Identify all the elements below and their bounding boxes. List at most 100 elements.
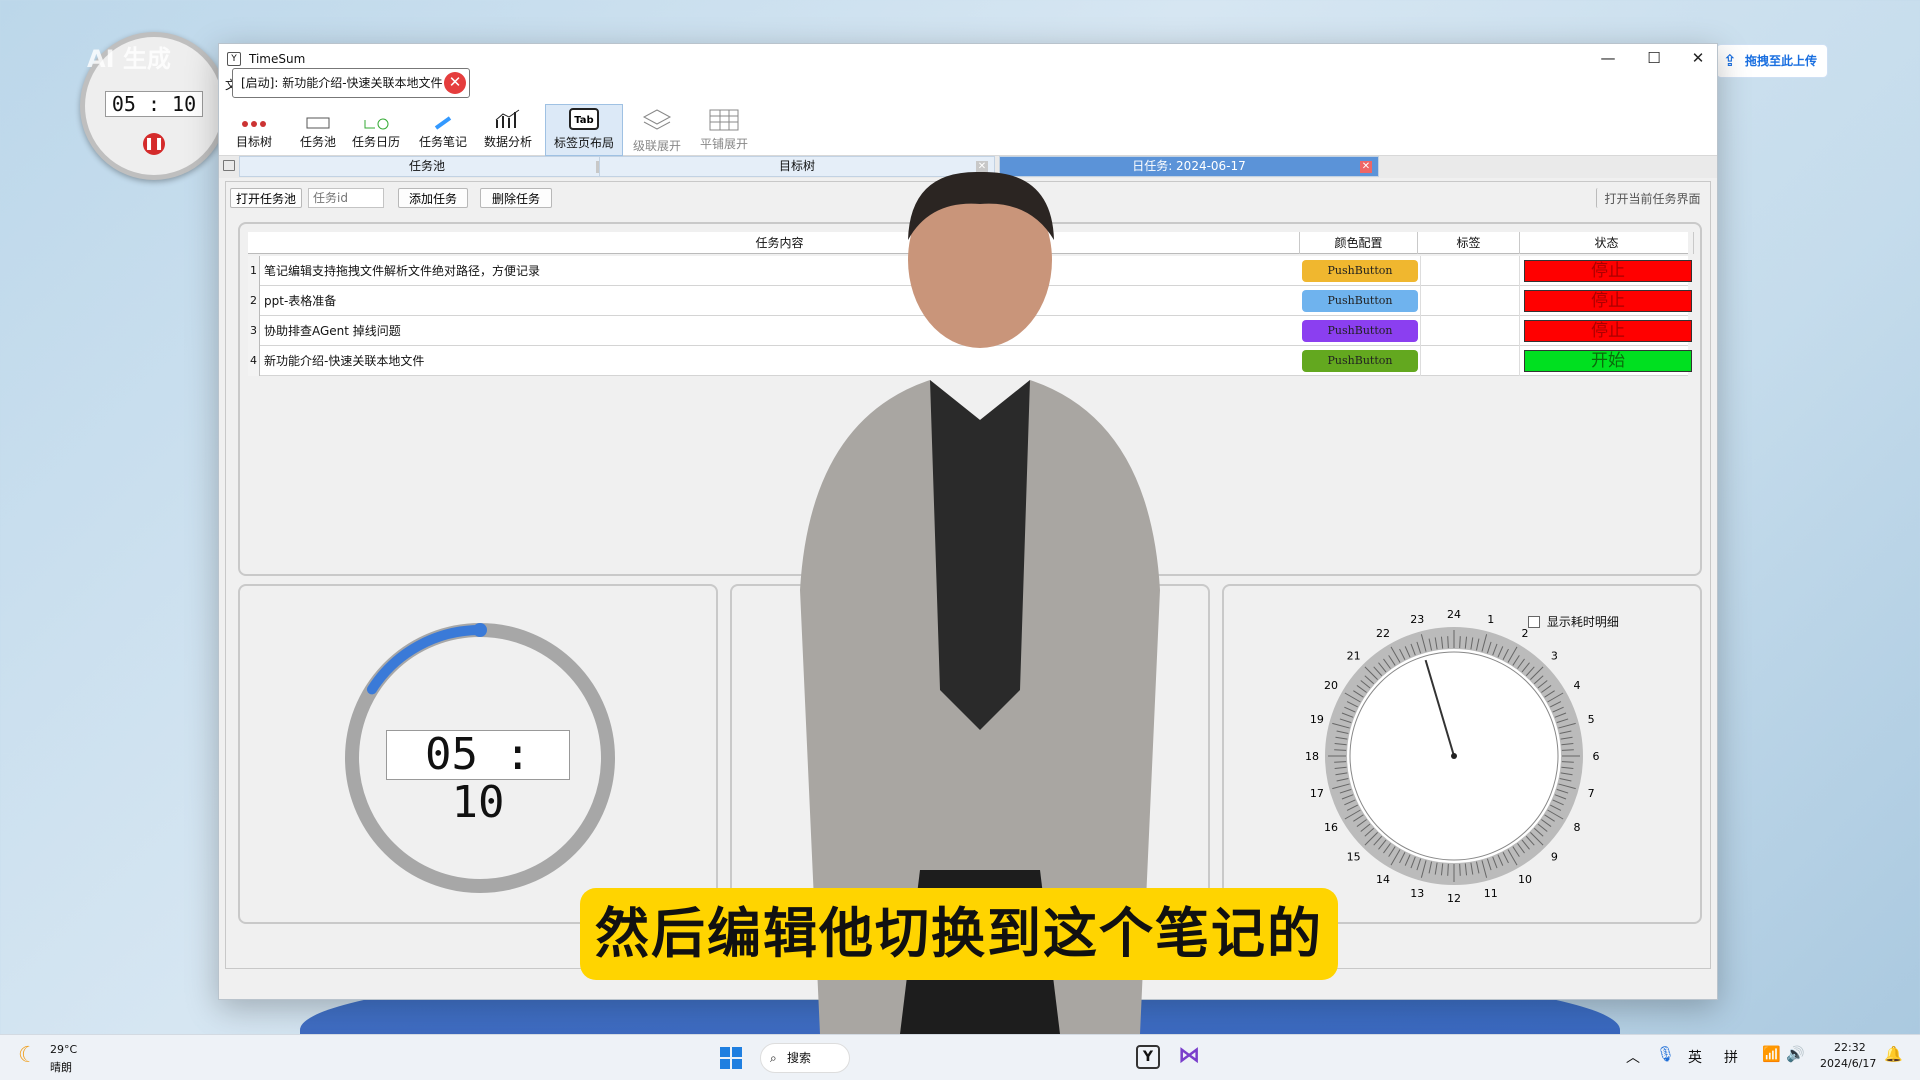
weather-temp[interactable]: 29°C [50,1043,77,1056]
tab-layout-icon: Tab [569,108,599,130]
row-number: 4 [248,346,260,376]
task-tag [1420,316,1520,346]
dial-tick [1334,761,1347,763]
timer-progress-knob [473,623,487,637]
task-state-button[interactable]: 停止 [1524,260,1692,282]
hour-dial: 24 1234567891011121314151617181920212223 [1305,608,1600,905]
floating-timer[interactable]: AI 生成 05 : 10 ❚❚ [80,32,228,180]
goal-tree-icon [242,121,266,127]
dial-hour-label: 20 [1324,679,1338,692]
clock-time[interactable]: 22:32 [1834,1041,1866,1054]
task-tag [1420,346,1520,376]
ai-generated-watermark: AI 生成 [87,45,171,73]
upload-icon: ⇪ [1723,51,1737,70]
maximize-button[interactable]: ☐ [1631,44,1677,74]
clock-date[interactable]: 2024/6/17 [1820,1057,1876,1070]
upload-label: 拖拽至此上传 [1745,54,1818,68]
task-pool-icon [306,117,330,129]
note-icon [434,116,452,130]
timesum-taskbar-icon[interactable]: Y [1136,1045,1160,1069]
row-number: 1 [248,256,260,286]
calendar-icon [364,118,389,130]
open-current-task-button[interactable]: 打开当前任务界面 [1596,188,1708,208]
toolbar-goal-tree[interactable]: 目标树 [221,106,287,154]
notification-bell-icon[interactable]: 🔔 [1884,1045,1903,1063]
dial-center [1451,753,1457,759]
dial-tick [1334,749,1347,751]
minimize-button[interactable]: — [1585,44,1631,74]
toolbar: 目标树 任务池 任务日历 任务笔记 数据分析 Tab 标签页布局 级联展开 平铺… [219,68,1717,156]
weather-desc: 晴朗 [50,1061,72,1074]
tab-task-pool[interactable]: 任务池✕ [239,156,615,177]
task-content[interactable]: 协助排查AGent 掉线问题 [264,316,401,346]
dial-hour-label: 5 [1588,713,1595,726]
microphone-icon[interactable]: 🎙 [1656,1045,1675,1063]
search-icon: ⌕ [770,1051,777,1065]
task-content[interactable]: 笔记编辑支持拖拽文件解析文件绝对路径，方便记录 [264,256,540,286]
task-content[interactable]: 新功能介绍-快速关联本地文件 [264,346,424,376]
dial-hour-label: 14 [1376,873,1390,886]
color-config-button[interactable]: PushButton [1302,320,1418,342]
delete-task-button[interactable]: 删除任务 [480,188,552,208]
dial-hour-label: 21 [1347,650,1361,663]
volume-icon[interactable]: 🔊 [1786,1045,1805,1063]
task-id-input[interactable] [308,188,384,208]
weather-moon-icon: ☾ [18,1043,38,1068]
dial-tick [1447,863,1449,876]
add-task-button[interactable]: 添加任务 [398,188,468,208]
dial-hour-label: 1 [1487,613,1494,626]
dial-hour-label: 23 [1410,613,1424,626]
chevron-up-icon[interactable]: ︿ [1626,1047,1640,1067]
color-config-button[interactable]: PushButton [1302,350,1418,372]
pause-button[interactable]: ❚❚ [143,133,165,155]
toolbar-task-notes[interactable]: 任务笔记 [410,106,476,154]
toolbar-cascade[interactable]: 级联展开 [624,106,690,154]
time-dial-panel: 显示耗时明细 24 1 2 3 4 5 6 7 8 9 10 11 12 13 14 15 16 17 18 19 20… [1222,584,1702,924]
open-task-pool-button[interactable]: 打开任务池 [230,188,302,208]
task-state-button[interactable]: 开始 [1524,350,1692,372]
close-button[interactable]: ✕ [1675,44,1721,74]
toolbar-task-pool[interactable]: 任务池 [285,106,351,154]
dial-hour-label: 9 [1551,850,1558,863]
task-state-button[interactable]: 停止 [1524,320,1692,342]
input-lang-en[interactable]: 英 [1688,1047,1702,1067]
task-state-button[interactable]: 停止 [1524,290,1692,312]
cascade-icon [642,109,672,130]
toolbar-tile[interactable]: 平铺展开 [691,106,757,154]
close-tab-icon[interactable]: ✕ [1360,161,1372,173]
wifi-icon[interactable]: 📶 [1762,1045,1781,1063]
task-tag [1420,256,1520,286]
color-config-button[interactable]: PushButton [1302,260,1418,282]
input-lang-pinyin[interactable]: 拼 [1724,1047,1738,1067]
toolbar-tab-layout[interactable]: Tab 标签页布局 [545,104,623,156]
dial-hour-label: 10 [1518,873,1532,886]
timer-panel: 05 : 10 [238,584,718,924]
toolbar-task-calendar[interactable]: 任务日历 [343,106,409,154]
dial-hour-label: 12 [1447,892,1461,905]
floating-timer-display: 05 : 10 [105,91,203,117]
close-notice-icon[interactable]: ✕ [444,72,466,94]
row-number: 3 [248,316,260,346]
dial-tick [1561,761,1574,763]
taskbar-search[interactable]: ⌕ 搜索 [760,1043,850,1073]
dial-hour-label: 16 [1324,821,1338,834]
color-config-button[interactable]: PushButton [1302,290,1418,312]
dial-hour-label: 15 [1347,850,1361,863]
dial-tick [1459,863,1461,876]
start-icon[interactable] [720,1047,742,1069]
tile-icon [709,109,739,131]
dial-hour-label: 6 [1593,750,1600,763]
dial-tick [1561,749,1574,751]
dial-hour-label: 24 [1447,608,1461,621]
dial-hour-label: 7 [1588,787,1595,800]
dial-hour-label: 3 [1551,650,1558,663]
task-tag [1420,286,1520,316]
video-subtitle: 然后编辑他切换到这个笔记的 [580,888,1338,980]
header-state: 状态 [1520,232,1694,254]
visual-studio-icon[interactable]: ⋈ [1178,1043,1200,1068]
task-content[interactable]: ppt-表格准备 [264,286,336,316]
toolbar-data-analysis[interactable]: 数据分析 [475,106,541,154]
app-icon: Y [227,52,241,66]
upload-drop-button[interactable]: ⇪ 拖拽至此上传 [1716,44,1828,78]
dial-hour-label: 13 [1410,887,1424,900]
